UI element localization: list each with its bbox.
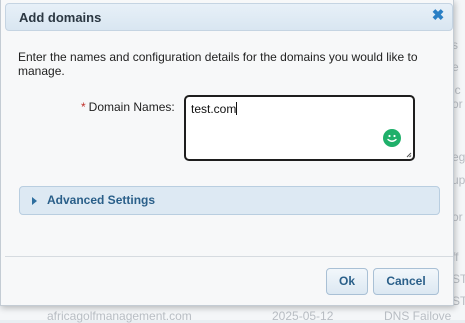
dialog-title: Add domains [19, 10, 102, 25]
domain-names-label: * Domain Names: [81, 100, 175, 114]
add-domains-dialog: Add domains ✖ Enter the names and config… [0, 0, 454, 306]
text-caret [236, 102, 238, 115]
domain-names-value: test.com [191, 102, 238, 116]
background-row-status: DNS Failove [384, 309, 452, 323]
dialog-intro-text: Enter the names and configuration detail… [18, 50, 418, 78]
cancel-button[interactable]: Cancel [373, 268, 439, 295]
footer-divider [5, 256, 453, 257]
required-marker: * [81, 100, 86, 114]
advanced-settings-toggle[interactable]: Advanced Settings [19, 186, 440, 215]
domain-names-label-text: Domain Names: [88, 100, 175, 114]
ok-button[interactable]: Ok [326, 268, 368, 295]
domain-names-textarea[interactable]: test.com [184, 95, 415, 161]
background-row-date: 2025-05-12 [272, 309, 334, 323]
domain-names-value-text: test.com [191, 102, 237, 116]
dialog-titlebar[interactable]: Add domains ✖ [5, 3, 453, 31]
expand-arrow-icon [32, 197, 37, 205]
resize-handle-icon[interactable] [406, 152, 412, 158]
background-row-domain: africagolfmanagement.com [47, 309, 192, 323]
advanced-settings-label: Advanced Settings [47, 193, 156, 207]
grammarly-icon[interactable] [383, 129, 401, 147]
close-icon[interactable]: ✖ [430, 8, 446, 24]
